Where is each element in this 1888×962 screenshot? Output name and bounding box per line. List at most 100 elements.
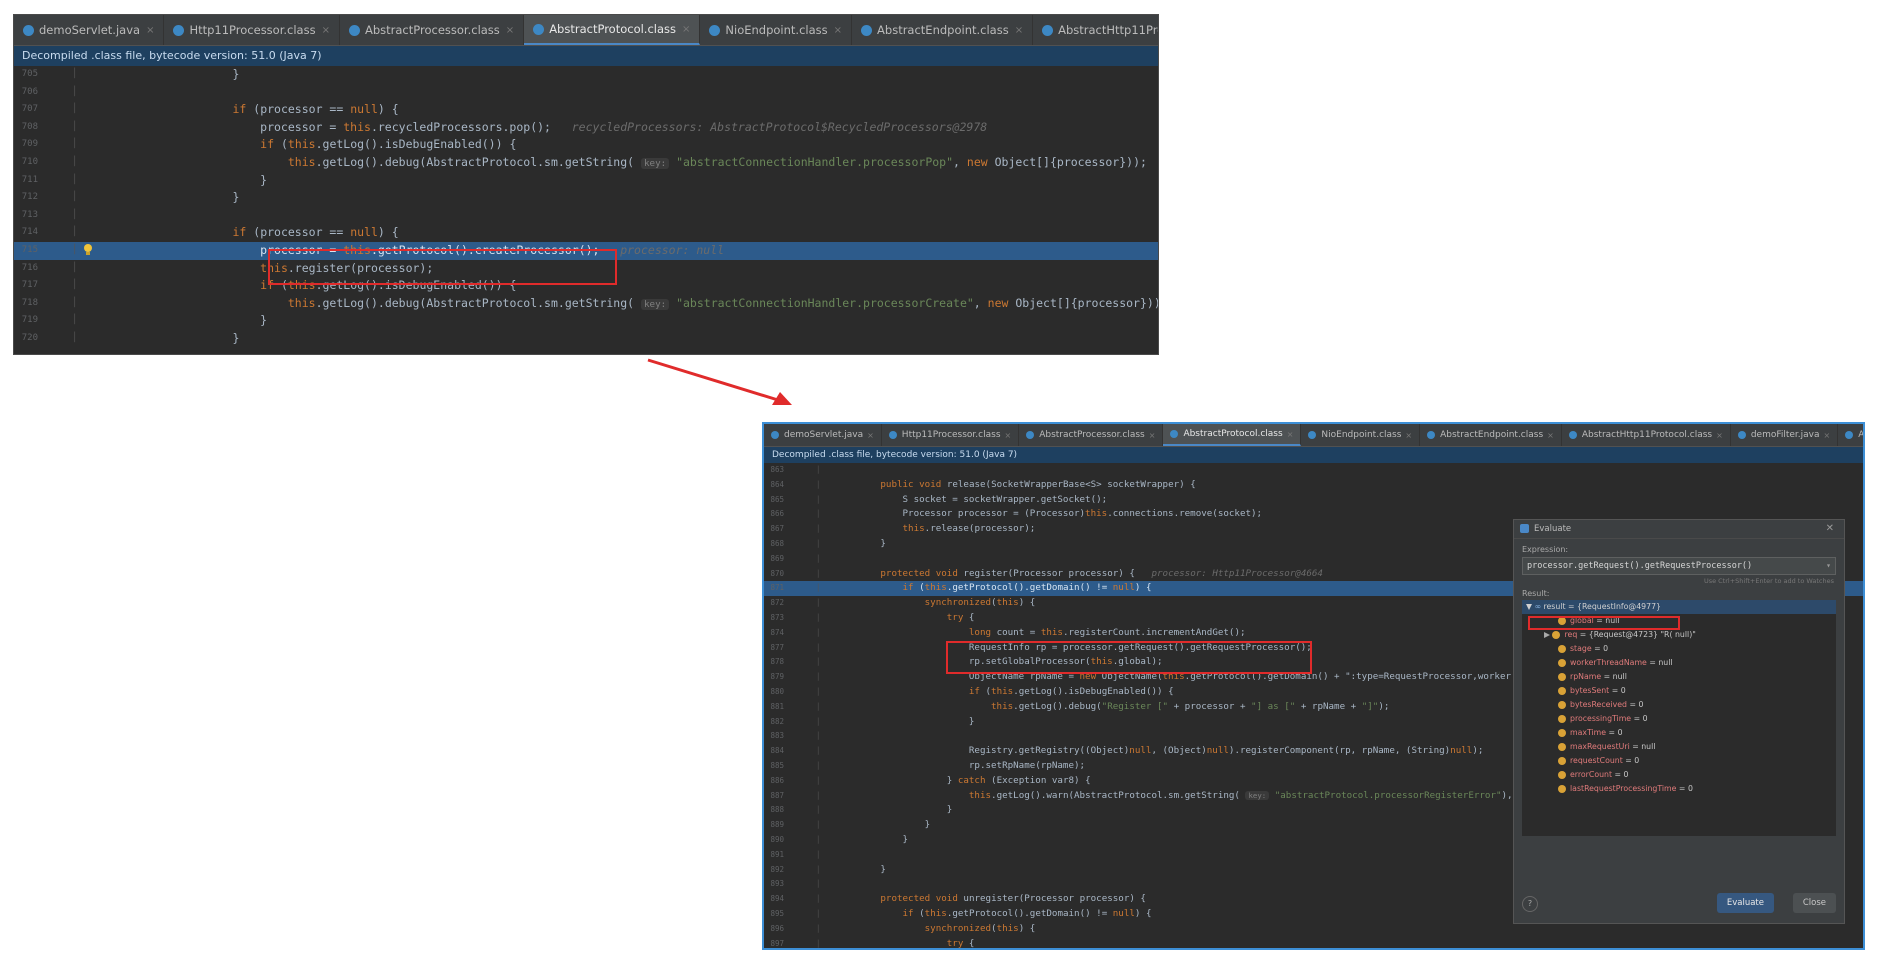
field-row-workerThreadName[interactable]: workerThreadName = null: [1522, 656, 1836, 670]
fold-marker-icon[interactable]: │: [816, 877, 820, 892]
close-icon[interactable]: ×: [682, 24, 690, 35]
result-root-row[interactable]: ▼ ∞ result = {RequestInfo@4977}: [1522, 600, 1836, 614]
fold-marker-icon[interactable]: │: [72, 224, 77, 242]
bottom-tab-4[interactable]: NioEndpoint.class ×: [1301, 424, 1421, 446]
close-icon[interactable]: ×: [506, 25, 514, 36]
close-icon[interactable]: ×: [1287, 430, 1294, 439]
class-file-icon: [709, 24, 721, 36]
top-code-line[interactable]: 718 │ this.getLog().debug(AbstractProtoco…: [14, 295, 1158, 313]
field-row-maxRequestUri[interactable]: maxRequestUri = null: [1522, 740, 1836, 754]
fold-marker-icon[interactable]: │: [72, 66, 77, 84]
evaluate-button[interactable]: Evaluate: [1716, 893, 1774, 913]
field-row-maxTime[interactable]: maxTime = 0: [1522, 726, 1836, 740]
close-icon[interactable]: ×: [1824, 431, 1831, 440]
field-row-processingTime[interactable]: processingTime = 0: [1522, 712, 1836, 726]
close-icon[interactable]: ×: [322, 25, 330, 36]
top-code-line[interactable]: 705 │ }: [14, 66, 1158, 84]
fold-marker-icon[interactable]: │: [816, 729, 820, 744]
fold-marker-icon[interactable]: │: [72, 189, 77, 207]
close-icon[interactable]: ×: [867, 431, 874, 440]
field-row-lastRequestProcessingTime[interactable]: lastRequestProcessingTime = 0: [1522, 782, 1836, 796]
field-row-bytesReceived[interactable]: bytesReceived = 0: [1522, 698, 1836, 712]
top-code-line[interactable]: 710 │ this.getLog().debug(AbstractProtoco…: [14, 154, 1158, 172]
top-code-line[interactable]: 716 │ this.register(processor);: [14, 260, 1158, 278]
top-code-line[interactable]: 713 │: [14, 207, 1158, 225]
bottom-code-line[interactable]: 864 │ public void release(SocketWrapperBa…: [764, 478, 1863, 493]
fold-marker-icon[interactable]: │: [816, 463, 820, 478]
bottom-code-line[interactable]: 897 │ try {: [764, 937, 1863, 949]
top-tab-2[interactable]: AbstractProcessor.class ×: [340, 15, 525, 45]
field-row-stage[interactable]: stage = 0: [1522, 642, 1836, 656]
top-code-line[interactable]: 715 │ processor = this.getProtocol().crea…: [14, 241, 1158, 260]
bottom-tab-8[interactable]: ApplicationFilterChain.class×: [1838, 424, 1863, 446]
bottom-tab-2[interactable]: AbstractProcessor.class ×: [1019, 424, 1164, 446]
line-number: 885: [770, 760, 784, 770]
tab-label: AbstractProtocol.class: [549, 22, 677, 36]
top-tab-3[interactable]: AbstractProtocol.class ×: [524, 15, 701, 45]
fold-marker-icon[interactable]: │: [72, 136, 77, 154]
close-icon[interactable]: ×: [146, 25, 154, 36]
close-icon[interactable]: ×: [1547, 431, 1554, 440]
field-row-requestCount[interactable]: requestCount = 0: [1522, 754, 1836, 768]
line-number: 715: [21, 244, 38, 255]
close-icon[interactable]: ×: [1149, 431, 1156, 440]
bottom-tab-5[interactable]: AbstractEndpoint.class ×: [1420, 424, 1562, 446]
fold-marker-icon[interactable]: │: [816, 552, 820, 567]
top-code-line[interactable]: 712 │ }: [14, 189, 1158, 207]
field-row-bytesSent[interactable]: bytesSent = 0: [1522, 684, 1836, 698]
fold-marker-icon[interactable]: │: [72, 242, 77, 260]
close-icon[interactable]: ×: [1015, 25, 1023, 36]
bottom-tab-7[interactable]: demoFilter.java ×: [1731, 424, 1839, 446]
top-code-line[interactable]: 707 │ if (processor == null) {: [14, 101, 1158, 119]
top-code-line[interactable]: 706 │: [14, 84, 1158, 102]
top-code-line[interactable]: 708 │ processor = this.recycledProcessors…: [14, 119, 1158, 137]
top-code-line[interactable]: 714 │ if (processor == null) {: [14, 224, 1158, 242]
close-icon[interactable]: ×: [1405, 431, 1412, 440]
fold-marker-icon[interactable]: │: [72, 295, 77, 313]
top-tab-1[interactable]: Http11Processor.class ×: [164, 15, 340, 45]
help-icon[interactable]: ?: [1522, 896, 1538, 912]
field-row-global[interactable]: global = null: [1522, 614, 1836, 628]
fold-marker-icon[interactable]: │: [72, 172, 77, 190]
expression-input[interactable]: processor.getRequest().getRequestProcess…: [1522, 557, 1836, 575]
result-tree[interactable]: ▼ ∞ result = {RequestInfo@4977} global =…: [1522, 600, 1836, 836]
top-code-line[interactable]: 720 │ }: [14, 330, 1158, 348]
bottom-tab-6[interactable]: AbstractHttp11Protocol.class ×: [1562, 424, 1731, 446]
top-tab-5[interactable]: AbstractEndpoint.class ×: [852, 15, 1034, 45]
fold-marker-icon[interactable]: │: [72, 119, 77, 137]
fold-marker-icon[interactable]: │: [72, 154, 77, 172]
bottom-tab-1[interactable]: Http11Processor.class ×: [882, 424, 1020, 446]
close-icon[interactable]: ×: [834, 25, 842, 36]
fold-marker-icon[interactable]: │: [72, 330, 77, 348]
top-tab-6[interactable]: AbstractHttp11Protocol.class×: [1033, 15, 1158, 45]
top-code-line[interactable]: 719 │ }: [14, 312, 1158, 330]
fold-marker-icon[interactable]: │: [72, 207, 77, 225]
top-code-editor[interactable]: 705 │ } 706 │ 707 │ if (processor == null) {7…: [14, 66, 1158, 348]
top-tab-0[interactable]: demoServlet.java ×: [14, 15, 165, 45]
field-row-req[interactable]: ▶ req = {Request@4723} "R( null)": [1522, 628, 1836, 642]
bottom-tab-3[interactable]: AbstractProtocol.class ×: [1163, 424, 1302, 446]
bottom-code-line[interactable]: 863 │: [764, 463, 1863, 478]
fold-marker-icon[interactable]: │: [72, 312, 77, 330]
top-code-line[interactable]: 717 │ if (this.getLog().isDebugEnabled())…: [14, 277, 1158, 295]
fold-marker-icon[interactable]: │: [816, 848, 820, 863]
fold-marker-icon[interactable]: │: [72, 101, 77, 119]
close-icon[interactable]: ✕: [1826, 520, 1834, 538]
fold-marker-icon[interactable]: │: [72, 277, 77, 295]
field-row-errorCount[interactable]: errorCount = 0: [1522, 768, 1836, 782]
bottom-code-line[interactable]: 865 │ S socket = socketWrapper.getSocket(…: [764, 493, 1863, 508]
expand-arrow-icon[interactable]: ▶: [1544, 630, 1552, 639]
top-code-line[interactable]: 711 │ }: [14, 172, 1158, 190]
bottom-tab-0[interactable]: demoServlet.java ×: [764, 424, 882, 446]
close-icon[interactable]: ×: [1005, 431, 1012, 440]
lightbulb-icon[interactable]: [83, 243, 93, 256]
fold-marker-icon[interactable]: │: [72, 84, 77, 102]
field-row-rpName[interactable]: rpName = null: [1522, 670, 1836, 684]
fold-marker-icon[interactable]: │: [72, 260, 77, 278]
top-tab-4[interactable]: NioEndpoint.class ×: [700, 15, 853, 45]
field-name: rpName: [1570, 672, 1602, 681]
chevron-down-icon[interactable]: ▾: [1826, 558, 1831, 574]
top-code-line[interactable]: 709 │ if (this.getLog().isDebugEnabled())…: [14, 136, 1158, 154]
close-button[interactable]: Close: [1792, 893, 1836, 913]
close-icon[interactable]: ×: [1716, 431, 1723, 440]
